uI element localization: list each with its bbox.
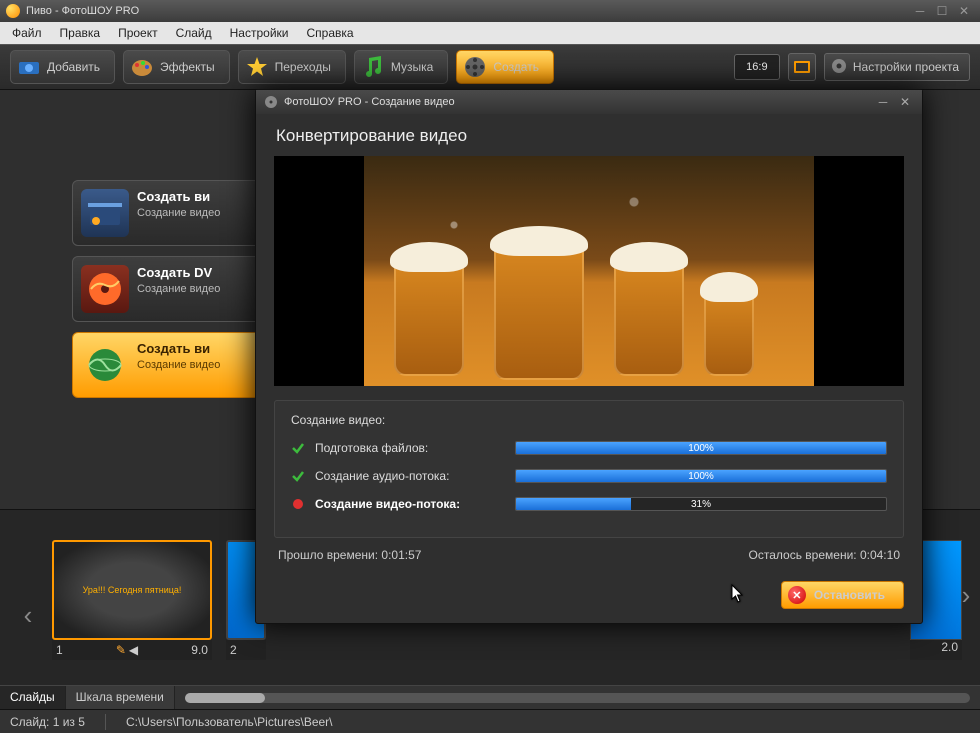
dialog-titlebar: ФотоШОУ PRO - Создание видео ─ ✕ [256,90,922,114]
record-icon [291,497,305,511]
stop-button[interactable]: ✕ Остановить [781,581,904,609]
progress-pct: 100% [516,442,886,454]
check-icon [291,441,305,455]
progress-bar: 100% [515,469,887,483]
progress-label: Создание видео-потока: [315,497,505,511]
export-dialog: ФотоШОУ PRO - Создание видео ─ ✕ Конверт… [255,89,923,624]
dialog-overlay: ФотоШОУ PRO - Создание видео ─ ✕ Конверт… [0,0,980,733]
dialog-minimize[interactable]: ─ [874,95,892,109]
stop-icon: ✕ [788,586,806,604]
progress-heading: Создание видео: [291,413,887,427]
dialog-title: ФотоШОУ PRO - Создание видео [284,96,868,108]
time-row: Прошло времени: 0:01:57 Осталось времени… [278,548,900,562]
dialog-close[interactable]: ✕ [896,95,914,109]
video-preview [274,156,904,386]
elapsed-time: Прошло времени: 0:01:57 [278,548,421,562]
remaining-time: Осталось времени: 0:04:10 [749,548,900,562]
progress-label: Создание аудио-потока: [315,469,505,483]
progress-pct: 31% [516,498,886,510]
progress-bar: 100% [515,441,887,455]
progress-panel: Создание видео: Подготовка файлов: 100% … [274,400,904,538]
progress-bar: 31% [515,497,887,511]
progress-row-prepare: Подготовка файлов: 100% [291,437,887,459]
progress-pct: 100% [516,470,886,482]
dialog-heading: Конвертирование видео [256,114,922,156]
stop-label: Остановить [814,588,885,602]
progress-row-audio: Создание аудио-потока: 100% [291,465,887,487]
progress-row-video: Создание видео-потока: 31% [291,493,887,515]
check-icon [291,469,305,483]
progress-label: Подготовка файлов: [315,441,505,455]
film-reel-icon [264,95,278,109]
